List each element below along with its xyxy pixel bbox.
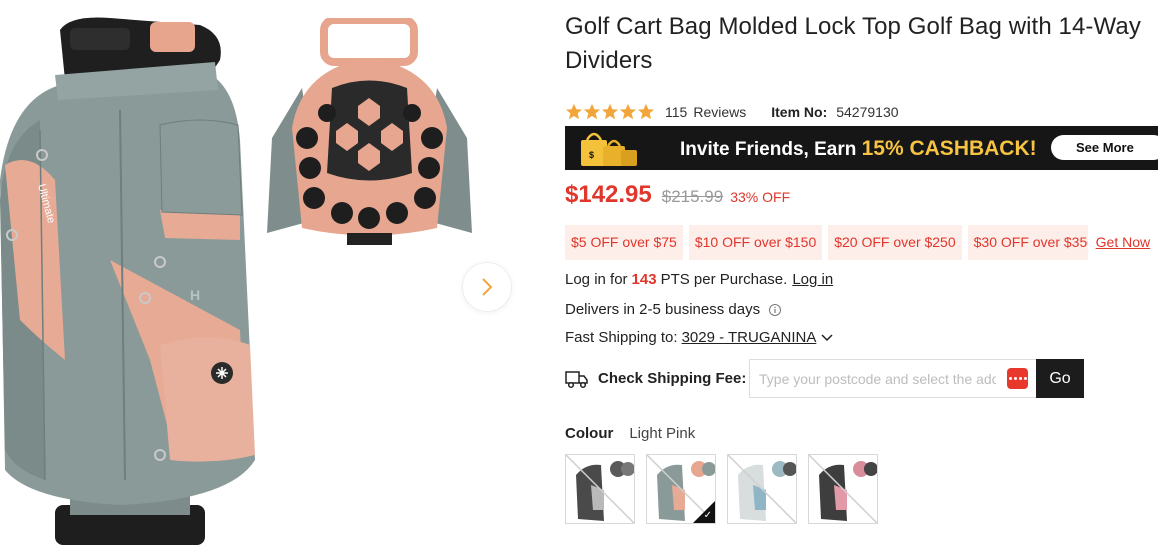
- star-icon: [565, 103, 583, 120]
- points-line: Log in for 143 PTS per Purchase. Log in: [565, 271, 833, 288]
- svg-text:H: H: [190, 287, 200, 303]
- item-no-label: Item No:: [771, 104, 828, 120]
- more-options-icon[interactable]: [1007, 368, 1028, 389]
- product-info: Golf Cart Bag Molded Lock Top Golf Bag w…: [565, 0, 1158, 551]
- colour-label: Colour: [565, 425, 614, 442]
- review-count: 115: [665, 104, 688, 120]
- info-icon[interactable]: [768, 303, 782, 317]
- swatch-image: [566, 455, 634, 523]
- banner-text: Invite Friends, Earn 15% CASHBACK!: [680, 137, 1037, 161]
- item-no-value: 54279130: [836, 104, 899, 120]
- checkmark-icon: ✓: [703, 510, 712, 521]
- banner-text-prefix: Invite Friends, Earn: [680, 139, 862, 160]
- chevron-down-icon[interactable]: [820, 333, 834, 343]
- shopping-bags-icon: $: [581, 132, 637, 166]
- shipping-label: Fast Shipping to:: [565, 329, 678, 346]
- check-shipping-fee-label: Check Shipping Fee:: [598, 370, 747, 387]
- colour-selected-value: Light Pink: [629, 425, 696, 442]
- points-suffix: PTS per Purchase.: [660, 271, 788, 288]
- star-icon: [583, 103, 601, 120]
- star-icon: [619, 103, 637, 120]
- original-price: $215.99: [661, 187, 724, 206]
- colour-swatch-light-blue[interactable]: [727, 454, 797, 524]
- delivery-line: Delivers in 2-5 business days: [565, 301, 782, 318]
- go-button[interactable]: Go: [1036, 359, 1084, 398]
- points-amount: 143: [631, 271, 657, 288]
- coupon-item[interactable]: $30 OFF over $350: [967, 225, 1088, 260]
- colour-swatch-black[interactable]: [565, 454, 635, 524]
- shipping-fee-row: Check Shipping Fee: Go: [565, 359, 1084, 398]
- swatch-image: [809, 455, 877, 523]
- rating-stars[interactable]: [565, 103, 655, 121]
- colour-swatch-pink[interactable]: [808, 454, 878, 524]
- coupon-item[interactable]: $20 OFF over $250: [828, 225, 962, 260]
- product-top-view-image[interactable]: [262, 18, 477, 248]
- points-prefix: Log in for: [565, 271, 628, 288]
- product-gallery: Ultimate H: [0, 0, 520, 551]
- star-icon: [601, 103, 619, 120]
- colour-swatch-list: ✓: [565, 454, 878, 524]
- product-title: Golf Cart Bag Molded Lock Top Golf Bag w…: [565, 13, 1141, 74]
- see-more-button[interactable]: See More: [1051, 135, 1158, 160]
- delivery-text: Delivers in 2-5 business days: [565, 301, 761, 318]
- rating-row: 115 Reviews Item No: 54279130: [565, 102, 899, 122]
- coupon-item[interactable]: $10 OFF over $150: [688, 225, 823, 260]
- reviews-label: Reviews: [693, 104, 747, 120]
- shipping-line: Fast Shipping to: 3029 - TRUGANINA: [565, 329, 834, 346]
- colour-swatch-light-pink[interactable]: ✓: [646, 454, 716, 524]
- chevron-right-icon: [482, 278, 493, 296]
- colour-row: Colour Light Pink: [565, 425, 695, 442]
- get-coupon-link[interactable]: Get Now: [1096, 225, 1150, 260]
- login-link[interactable]: Log in: [792, 271, 833, 288]
- postcode-input[interactable]: [749, 359, 1037, 398]
- swatch-image: [728, 455, 796, 523]
- star-icon: [637, 103, 655, 120]
- price-row: $142.95 $215.99 33% OFF: [565, 181, 790, 211]
- reviews-link[interactable]: 115 Reviews: [665, 104, 746, 120]
- banner-text-highlight: 15% CASHBACK!: [861, 137, 1037, 160]
- svg-text:$: $: [589, 150, 594, 160]
- coupon-list: $5 OFF over $75 $10 OFF over $150 $20 OF…: [565, 225, 1158, 260]
- gallery-next-button[interactable]: [462, 262, 512, 312]
- discount-badge: 33% OFF: [730, 189, 791, 205]
- coupon-item[interactable]: $5 OFF over $75: [565, 225, 683, 260]
- current-price: $142.95: [565, 181, 652, 208]
- product-main-image[interactable]: Ultimate H: [0, 0, 262, 551]
- shipping-location-link[interactable]: 3029 - TRUGANINA: [682, 329, 817, 346]
- cashback-banner[interactable]: $ Invite Friends, Earn 15% CASHBACK! See…: [565, 126, 1158, 170]
- truck-icon: [565, 370, 588, 388]
